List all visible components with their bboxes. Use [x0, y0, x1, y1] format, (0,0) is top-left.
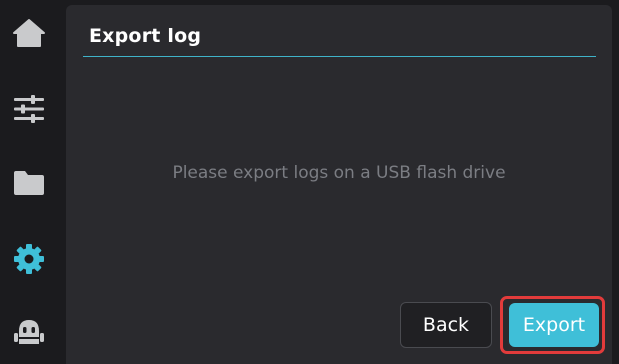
gear-icon	[14, 244, 44, 274]
export-log-panel: Export log Please export logs on a USB f…	[66, 5, 612, 364]
page-title: Export log	[89, 25, 202, 47]
sidebar-item-robot[interactable]	[0, 302, 58, 362]
sidebar-item-settings[interactable]	[0, 229, 58, 289]
sidebar-divider	[58, 0, 66, 364]
sliders-icon	[14, 95, 44, 123]
sidebar-item-home[interactable]	[0, 3, 58, 63]
export-button[interactable]: Export	[509, 303, 599, 347]
instruction-message: Please export logs on a USB flash drive	[172, 163, 506, 183]
sidebar-item-controls[interactable]	[0, 79, 58, 139]
robot-icon	[14, 320, 44, 344]
back-button[interactable]: Back	[400, 302, 492, 348]
folder-icon	[14, 171, 44, 195]
sidebar	[0, 0, 58, 364]
sidebar-item-files[interactable]	[0, 153, 58, 213]
title-divider	[83, 56, 596, 57]
home-icon	[13, 19, 45, 47]
